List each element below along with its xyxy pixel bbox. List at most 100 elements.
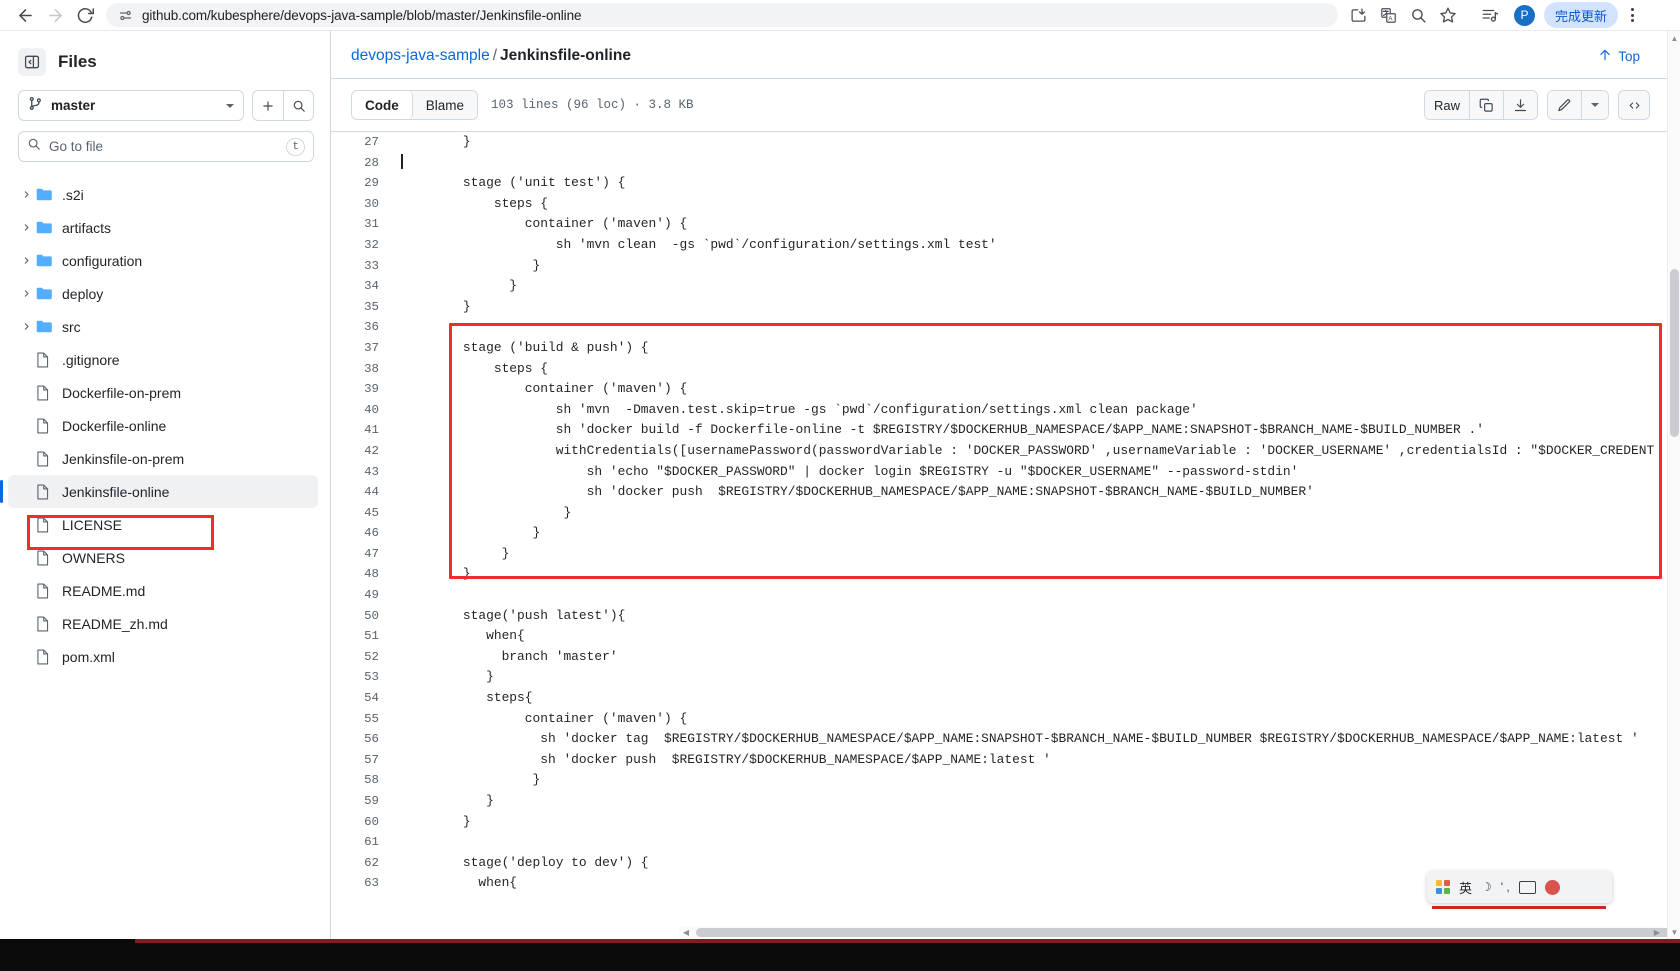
tree-item-license[interactable]: LICENSE xyxy=(8,508,318,541)
line-number[interactable]: 43 xyxy=(331,462,393,483)
line-content[interactable]: } xyxy=(393,132,471,153)
tree-item-readme-md[interactable]: README.md xyxy=(8,574,318,607)
line-content[interactable]: when{ xyxy=(393,873,517,894)
keyboard-icon[interactable] xyxy=(1518,880,1536,894)
line-content[interactable]: } xyxy=(393,256,541,277)
line-content[interactable]: } xyxy=(393,791,494,812)
status-badge-icon[interactable] xyxy=(1544,879,1560,895)
line-number[interactable]: 35 xyxy=(331,297,393,318)
line-number[interactable]: 61 xyxy=(331,832,393,853)
line-content[interactable]: steps{ xyxy=(393,688,532,709)
line-number[interactable]: 34 xyxy=(331,276,393,297)
line-number[interactable]: 33 xyxy=(331,256,393,277)
line-number[interactable]: 58 xyxy=(331,770,393,791)
scroll-right-arrow[interactable]: ▶ xyxy=(1650,926,1664,939)
line-content[interactable]: } xyxy=(393,544,510,565)
line-number[interactable]: 51 xyxy=(331,626,393,647)
tab-blame[interactable]: Blame xyxy=(412,91,478,119)
line-content[interactable]: container ('maven') { xyxy=(393,214,687,235)
three-dot-menu-icon[interactable] xyxy=(1620,1,1644,29)
tree-item-dockerfile-on-prem[interactable]: Dockerfile-on-prem xyxy=(8,376,318,409)
horizontal-scroll-thumb[interactable] xyxy=(696,928,1680,937)
scroll-up-arrow[interactable]: ▲ xyxy=(1668,31,1680,45)
code-symbols-icon[interactable] xyxy=(1618,90,1650,120)
vertical-scrollbar[interactable]: ▲ ▼ xyxy=(1667,31,1680,939)
line-number[interactable]: 46 xyxy=(331,523,393,544)
line-content[interactable]: } xyxy=(393,523,541,544)
tree-item-owners[interactable]: OWNERS xyxy=(8,541,318,574)
tree-item-jenkinsfile-online[interactable]: Jenkinsfile-online xyxy=(0,475,318,508)
tree-item-jenkinsfile-on-prem[interactable]: Jenkinsfile-on-prem xyxy=(8,442,318,475)
line-number[interactable]: 44 xyxy=(331,482,393,503)
media-playlist-icon[interactable] xyxy=(1476,1,1504,29)
line-content[interactable]: container ('maven') { xyxy=(393,709,687,730)
line-content[interactable]: stage('push latest'){ xyxy=(393,606,625,627)
line-content[interactable]: } xyxy=(393,564,471,585)
line-number[interactable]: 57 xyxy=(331,750,393,771)
line-number[interactable]: 40 xyxy=(331,400,393,421)
go-to-file-input[interactable]: Go to file t xyxy=(18,131,314,162)
line-number[interactable]: 62 xyxy=(331,853,393,874)
back-button[interactable] xyxy=(10,0,40,30)
tree-item-configuration[interactable]: configuration xyxy=(8,244,318,277)
line-content[interactable]: } xyxy=(393,667,494,688)
tab-code[interactable]: Code xyxy=(352,91,413,119)
update-button[interactable]: 完成更新 xyxy=(1544,2,1619,28)
line-content[interactable]: sh 'docker build -f Dockerfile-online -t… xyxy=(393,420,1484,441)
line-number[interactable]: 32 xyxy=(331,235,393,256)
tree-item-deploy[interactable]: deploy xyxy=(8,277,318,310)
line-number[interactable]: 42 xyxy=(331,441,393,462)
line-number[interactable]: 59 xyxy=(331,791,393,812)
line-content[interactable]: sh 'mvn -Dmaven.test.skip=true -gs `pwd`… xyxy=(393,400,1198,421)
line-number[interactable]: 63 xyxy=(331,873,393,894)
scroll-left-arrow[interactable]: ◀ xyxy=(679,926,693,939)
line-content[interactable]: sh 'mvn clean -gs `pwd`/configuration/se… xyxy=(393,235,997,256)
raw-button[interactable]: Raw xyxy=(1424,91,1470,119)
line-content[interactable]: } xyxy=(393,812,471,833)
line-content[interactable]: } xyxy=(393,503,571,524)
tree-item-dockerfile-online[interactable]: Dockerfile-online xyxy=(8,409,318,442)
line-number[interactable]: 37 xyxy=(331,338,393,359)
line-content[interactable]: withCredentials([usernamePassword(passwo… xyxy=(393,441,1654,462)
code-viewer[interactable]: 27 } 28 29 stage ('unit test') {30 steps {… xyxy=(331,131,1680,899)
line-content[interactable]: sh 'docker tag $REGISTRY/$DOCKERHUB_NAME… xyxy=(393,729,1638,750)
tree-item--s2i[interactable]: .s2i xyxy=(8,178,318,211)
line-number[interactable]: 31 xyxy=(331,214,393,235)
forward-button[interactable] xyxy=(40,0,70,30)
breadcrumb-repo-link[interactable]: devops-java-sample xyxy=(351,47,490,64)
line-number[interactable]: 50 xyxy=(331,606,393,627)
bookmark-star-icon[interactable] xyxy=(1434,1,1462,29)
line-number[interactable]: 27 xyxy=(331,132,393,153)
punctuation-icon[interactable]: ' , xyxy=(1501,880,1510,894)
line-content[interactable]: stage ('build & push') { xyxy=(393,338,649,359)
branch-selector[interactable]: master xyxy=(18,90,244,121)
vertical-scroll-thumb[interactable] xyxy=(1670,269,1679,437)
line-content[interactable]: sh 'docker push $REGISTRY/$DOCKERHUB_NAM… xyxy=(393,482,1314,503)
line-number[interactable]: 54 xyxy=(331,688,393,709)
line-number[interactable]: 60 xyxy=(331,812,393,833)
line-content[interactable]: branch 'master' xyxy=(393,647,618,668)
download-icon[interactable] xyxy=(1504,91,1537,119)
horizontal-scrollbar[interactable]: ◀ ▶ xyxy=(679,926,1680,939)
line-number[interactable]: 47 xyxy=(331,544,393,565)
line-content[interactable]: } xyxy=(393,770,541,791)
line-number[interactable]: 52 xyxy=(331,647,393,668)
chevron-down-icon[interactable] xyxy=(1582,91,1608,119)
line-content[interactable]: sh 'echo "$DOCKER_PASSWORD" | docker log… xyxy=(393,462,1299,483)
line-content[interactable]: stage('deploy to dev') { xyxy=(393,853,649,874)
add-file-button[interactable] xyxy=(252,90,283,121)
moon-icon[interactable]: ☽ xyxy=(1481,880,1492,894)
line-content[interactable] xyxy=(393,153,403,174)
line-content[interactable]: container ('maven') { xyxy=(393,379,687,400)
page-zoom-icon[interactable] xyxy=(1404,1,1432,29)
scroll-down-arrow[interactable]: ▼ xyxy=(1668,925,1680,939)
translate-icon[interactable]: A xyxy=(1374,1,1402,29)
top-link[interactable]: Top xyxy=(1598,48,1662,65)
line-content[interactable]: stage ('unit test') { xyxy=(393,173,625,194)
profile-avatar[interactable]: P xyxy=(1514,4,1535,26)
copy-icon[interactable] xyxy=(1470,91,1504,119)
line-number[interactable]: 45 xyxy=(331,503,393,524)
line-number[interactable]: 56 xyxy=(331,729,393,750)
line-content[interactable]: steps { xyxy=(393,359,548,380)
search-icon[interactable] xyxy=(283,90,314,121)
